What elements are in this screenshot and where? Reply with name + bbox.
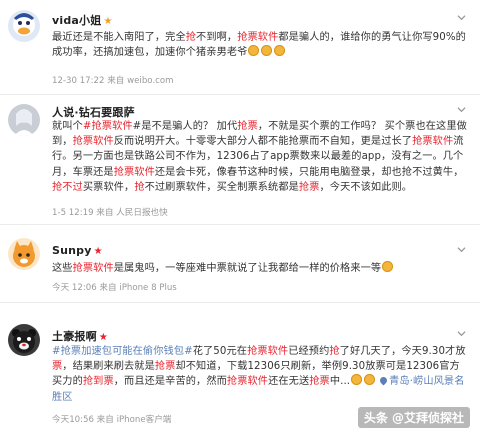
emoji-icon xyxy=(248,45,260,57)
post-1: vida小姐 ★ 最近还是不能入南阳了，完全抢不到啊，抢票软件都是骗人的，谁给你的… xyxy=(0,0,480,95)
post-body: 这些抢票软件是属鬼吗，一等座难中票就说了让我都给一样的价格来一等 xyxy=(52,261,470,276)
username[interactable]: Sunpy ★ xyxy=(52,244,103,257)
emoji-icon xyxy=(382,261,394,272)
bear-avatar-icon xyxy=(8,324,40,356)
post-meta: 1-5 12:19 来自 人民日报也快 xyxy=(52,208,168,218)
emoji-icon xyxy=(351,374,363,386)
chevron-down-icon[interactable] xyxy=(457,105,466,114)
photo-avatar-icon xyxy=(8,104,40,136)
vip-star-icon: ★ xyxy=(98,332,108,343)
avatar[interactable] xyxy=(8,104,40,136)
post-meta: 今天10:56 来自 iPhone客户端 xyxy=(52,415,172,425)
emoji-icon xyxy=(261,45,273,57)
chevron-down-icon[interactable] xyxy=(457,13,466,22)
avatar[interactable] xyxy=(8,10,40,42)
post-body: 最近还是不能入南阳了，完全抢不到啊，抢票软件都是骗人的，谁给你的勇气让你写90%… xyxy=(52,32,466,59)
post-body: #抢票加速包可能在偷你钱包#花了50元在抢票软件已经预约抢了好几天了，今天9.3… xyxy=(52,346,466,403)
avatar[interactable] xyxy=(8,238,40,270)
avatar[interactable] xyxy=(8,324,40,356)
duck-avatar-icon xyxy=(8,10,40,42)
emoji-icon xyxy=(364,374,376,386)
post-meta: 12-30 17:22 来自 weibo.com xyxy=(52,76,174,86)
chevron-down-icon[interactable] xyxy=(457,329,466,338)
username[interactable]: vida小姐 ★ xyxy=(52,12,113,28)
post-2: 人说·钻石要跟萨 就叫个#抢票软件#是不是骗人的？ 加代抢票，不就是买个票的工作… xyxy=(0,94,480,225)
chevron-down-icon[interactable] xyxy=(457,245,466,254)
vip-star-icon: ★ xyxy=(103,16,113,27)
username[interactable]: 人说·钻石要跟萨 xyxy=(52,104,135,120)
post-meta: 今天 12:06 来自 iPhone 8 Plus xyxy=(52,283,177,293)
location-pin-icon xyxy=(378,375,389,386)
cat-avatar-icon xyxy=(8,238,40,270)
hashtag-link[interactable]: #抢票加速包可能在偷你钱包# xyxy=(52,346,193,357)
username[interactable]: 土豪报啊 ★ xyxy=(52,328,108,344)
watermark: 头条 @艾拜侦探社 xyxy=(357,407,470,428)
emoji-icon xyxy=(274,45,286,57)
post-3: Sunpy ★ 这些抢票软件是属鬼吗，一等座难中票就说了让我都给一样的价格来一等 … xyxy=(0,224,480,303)
post-body: 就叫个#抢票软件#是不是骗人的？ 加代抢票，不就是买个票的工作吗？ 买个票也在这… xyxy=(52,121,467,193)
vip-star-icon: ★ xyxy=(93,246,103,257)
